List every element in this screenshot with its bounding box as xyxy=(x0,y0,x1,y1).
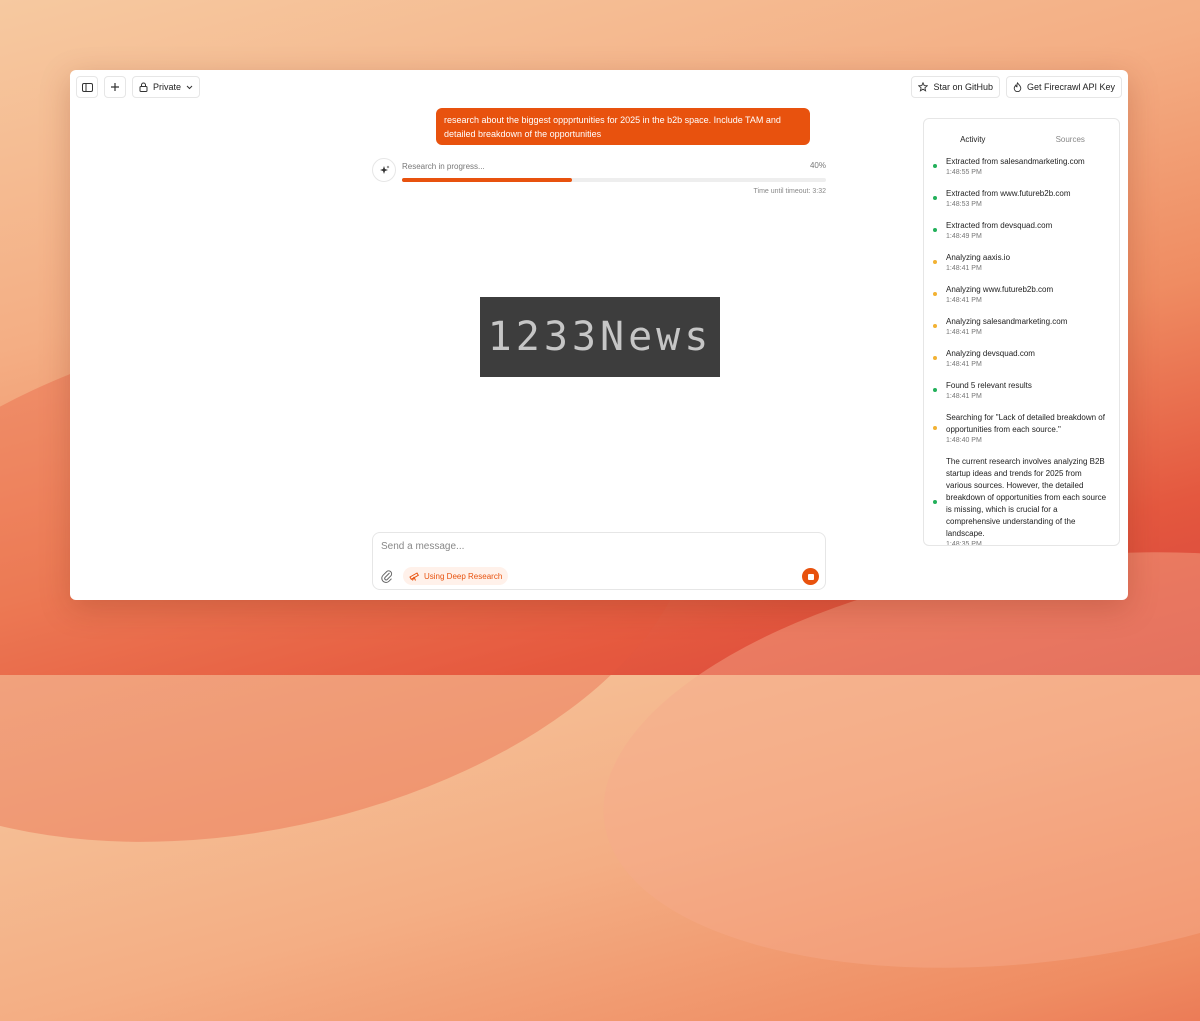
progress-bar-fill xyxy=(402,178,572,182)
status-dot-icon xyxy=(933,355,937,360)
activity-text: Extracted from devsquad.com xyxy=(946,221,1053,230)
site-domain: ai-bot.cn xyxy=(970,552,1066,571)
message-composer: Using Deep Research xyxy=(372,532,826,590)
app-window: Private Star on GitHub Get Firecrawl API… xyxy=(70,70,1128,600)
panel-tabs: Activity Sources xyxy=(924,119,1119,159)
watermark-overlay: 1233News xyxy=(480,297,720,377)
activity-item: Analyzing salesandmarketing.com 1:48:41 P… xyxy=(924,316,1119,337)
user-message-bubble: research about the biggest oppprtunities… xyxy=(436,108,810,145)
sidebar-toggle-button[interactable] xyxy=(76,76,98,98)
activity-text: Found 5 relevant results xyxy=(946,381,1032,390)
tab-sources[interactable]: Sources xyxy=(1022,135,1120,144)
stop-button[interactable] xyxy=(802,568,819,585)
activity-time: 1:48:53 PM xyxy=(946,201,982,208)
status-dot-icon xyxy=(933,227,937,232)
deep-research-toggle[interactable]: Using Deep Research xyxy=(403,567,509,585)
visibility-label: Private xyxy=(153,82,182,92)
lock-icon xyxy=(139,82,148,92)
activity-text: Searching for "Lack of detailed breakdow… xyxy=(946,413,1105,434)
plus-icon xyxy=(111,83,119,91)
activity-time: 1:48:41 PM xyxy=(946,329,982,336)
deep-research-label: Using Deep Research xyxy=(424,571,503,581)
status-dot-icon xyxy=(933,291,937,296)
sparkle-icon xyxy=(379,165,389,174)
top-left-toolbar: Private xyxy=(76,76,201,98)
status-dot-icon xyxy=(933,195,937,200)
flame-icon xyxy=(1013,82,1022,92)
activity-item: Searching for "Lack of detailed breakdow… xyxy=(924,412,1119,445)
paperclip-icon[interactable] xyxy=(381,569,393,583)
stop-icon xyxy=(807,573,814,580)
progress-bar xyxy=(402,178,826,182)
activity-item: Analyzing aaxis.io 1:48:41 PM xyxy=(924,252,1119,273)
activity-time: 1:48:35 PM xyxy=(946,541,982,545)
activity-text: Analyzing www.futureb2b.com xyxy=(946,285,1054,294)
activity-list: Extracted from salesandmarketing.com 1:48… xyxy=(924,156,1119,545)
activity-item: Found 5 relevant results 1:48:41 PM xyxy=(924,380,1119,401)
activity-item: Analyzing www.futureb2b.com 1:48:41 PM xyxy=(924,284,1119,305)
assistant-avatar xyxy=(372,158,396,182)
chevron-down-icon xyxy=(186,85,193,89)
star-github-label: Star on GitHub xyxy=(933,82,993,92)
activity-time: 1:48:49 PM xyxy=(946,233,982,240)
get-api-key-button[interactable]: Get Firecrawl API Key xyxy=(1005,76,1122,98)
activity-time: 1:48:41 PM xyxy=(946,265,982,272)
site-watermark-text: ai-bot.cn AI工具集 xyxy=(970,552,1066,592)
watermark-text: 1233News xyxy=(487,314,713,360)
activity-text: Extracted from www.futureb2b.com xyxy=(946,189,1071,198)
activity-item: Extracted from www.futureb2b.com 1:48:53 … xyxy=(924,188,1119,209)
activity-text: Analyzing aaxis.io xyxy=(946,253,1011,262)
activity-panel: Activity Sources Extracted from salesand… xyxy=(923,118,1120,546)
activity-text: Extracted from salesandmarketing.com xyxy=(946,157,1085,166)
activity-time: 1:48:40 PM xyxy=(946,437,982,444)
activity-item: Extracted from devsquad.com 1:48:49 PM xyxy=(924,220,1119,241)
visibility-dropdown[interactable]: Private xyxy=(132,76,201,98)
top-right-toolbar: Star on GitHub Get Firecrawl API Key xyxy=(911,76,1122,98)
activity-text: Analyzing salesandmarketing.com xyxy=(946,317,1068,326)
status-dot-icon xyxy=(933,387,937,392)
api-key-label: Get Firecrawl API Key xyxy=(1026,82,1115,92)
activity-time: 1:48:55 PM xyxy=(946,169,982,176)
activity-item: Analyzing devsquad.com 1:48:41 PM xyxy=(924,348,1119,369)
star-github-button[interactable]: Star on GitHub xyxy=(911,76,1000,98)
status-dot-icon xyxy=(933,425,937,430)
tab-activity[interactable]: Activity xyxy=(924,135,1022,144)
new-chat-button[interactable] xyxy=(104,76,126,98)
sidebar-icon xyxy=(81,82,93,92)
status-dot-icon xyxy=(933,323,937,328)
progress-label: Research in progress... xyxy=(402,162,485,171)
message-input[interactable] xyxy=(381,541,681,552)
activity-text: The current research involves analyzing … xyxy=(946,457,1107,538)
timeout-text: Time until timeout: 3:32 xyxy=(753,188,827,195)
site-logo-icon xyxy=(931,558,963,586)
activity-time: 1:48:41 PM xyxy=(946,361,982,368)
activity-time: 1:48:41 PM xyxy=(946,393,982,400)
status-dot-icon xyxy=(933,499,937,504)
star-icon xyxy=(918,82,929,92)
research-progress: Research in progress... 40% Time until t… xyxy=(372,158,826,198)
activity-item: Extracted from salesandmarketing.com 1:48… xyxy=(924,156,1119,177)
telescope-icon xyxy=(409,572,419,581)
progress-percent: 40% xyxy=(809,161,826,170)
site-name: AI工具集 xyxy=(970,571,1047,591)
user-message-text: research about the biggest oppprtunities… xyxy=(444,114,781,139)
site-watermark: ai-bot.cn AI工具集 xyxy=(930,553,1066,591)
activity-text: Analyzing devsquad.com xyxy=(946,349,1035,358)
status-dot-icon xyxy=(933,163,937,168)
status-dot-icon xyxy=(933,259,937,264)
activity-item: The current research involves analyzing … xyxy=(924,456,1119,545)
activity-time: 1:48:41 PM xyxy=(946,297,982,304)
